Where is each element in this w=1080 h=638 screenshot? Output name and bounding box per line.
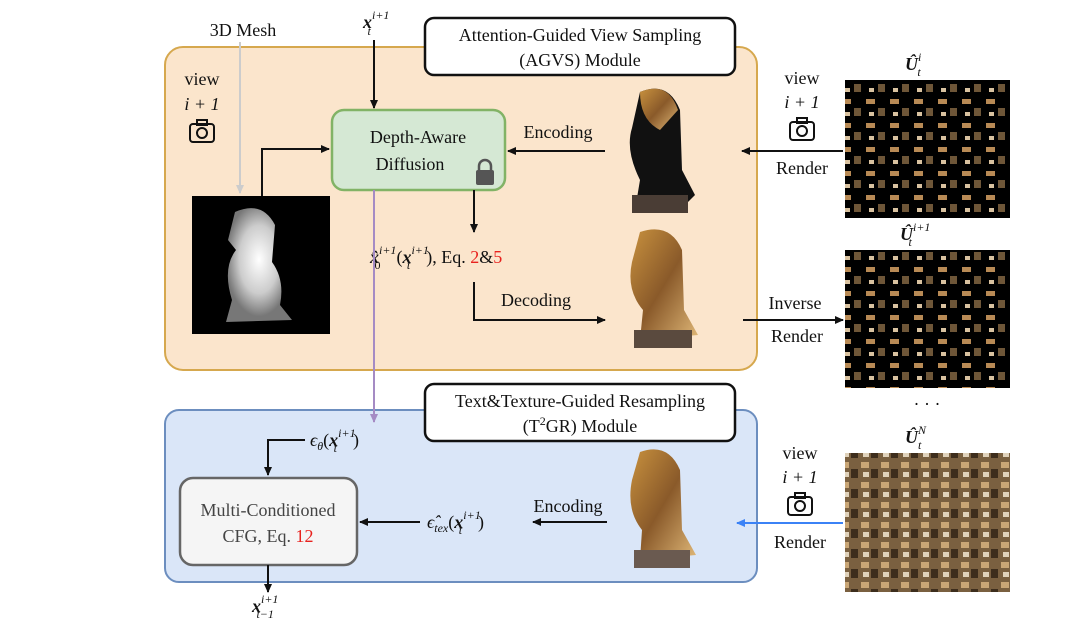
- encoding-top-label: Encoding: [524, 122, 593, 142]
- view-right-bottom-index: i + 1: [782, 467, 817, 487]
- view-left-index: i + 1: [184, 94, 219, 114]
- cfg-label-2: CFG, Eq. 12: [222, 526, 313, 546]
- render-top-label: Render: [776, 158, 828, 178]
- t2gr-title-line1: Text&Texture-Guided Resampling: [455, 391, 705, 411]
- texture-map-i-plus-1: [845, 250, 1010, 388]
- view-right-bottom-label: view: [783, 443, 818, 463]
- x-output-label: xi+1 t−1: [251, 592, 278, 621]
- encoding-bottom-label: Encoding: [534, 496, 603, 516]
- pipeline-diagram: Attention-Guided View Sampling (AGVS) Mo…: [164, 8, 1010, 621]
- view-right-top-label: view: [785, 68, 820, 88]
- camera-icon: [789, 117, 815, 141]
- inverse-render-label-1: Inverse: [769, 293, 822, 313]
- U-i-label: Ûi t: [905, 50, 921, 79]
- texture-map-i: [845, 80, 1010, 218]
- texture-map-N: [845, 453, 1010, 592]
- U-N-label: ÛN t: [905, 423, 927, 452]
- view-left-label: view: [185, 69, 220, 89]
- decoding-label: Decoding: [501, 290, 571, 310]
- camera-icon: [787, 492, 813, 516]
- agvs-title-line2: (AGVS) Module: [519, 50, 641, 71]
- agvs-title-line1: Attention-Guided View Sampling: [459, 25, 702, 45]
- render-bottom-label: Render: [774, 532, 826, 552]
- multi-conditioned-cfg-box: [178, 476, 359, 567]
- inverse-render-label-2: Render: [771, 326, 823, 346]
- cfg-label-1: Multi-Conditioned: [201, 500, 336, 520]
- ellipsis: · · ·: [914, 394, 941, 414]
- x-input-label: xi+1 t: [362, 8, 389, 38]
- diffusion-label-1: Depth-Aware: [370, 127, 466, 147]
- U-i1-label: Ûi+1 t: [900, 220, 930, 249]
- mesh-label: 3D Mesh: [210, 20, 277, 40]
- view-right-top-index: i + 1: [784, 92, 819, 112]
- diffusion-label-2: Diffusion: [376, 154, 445, 174]
